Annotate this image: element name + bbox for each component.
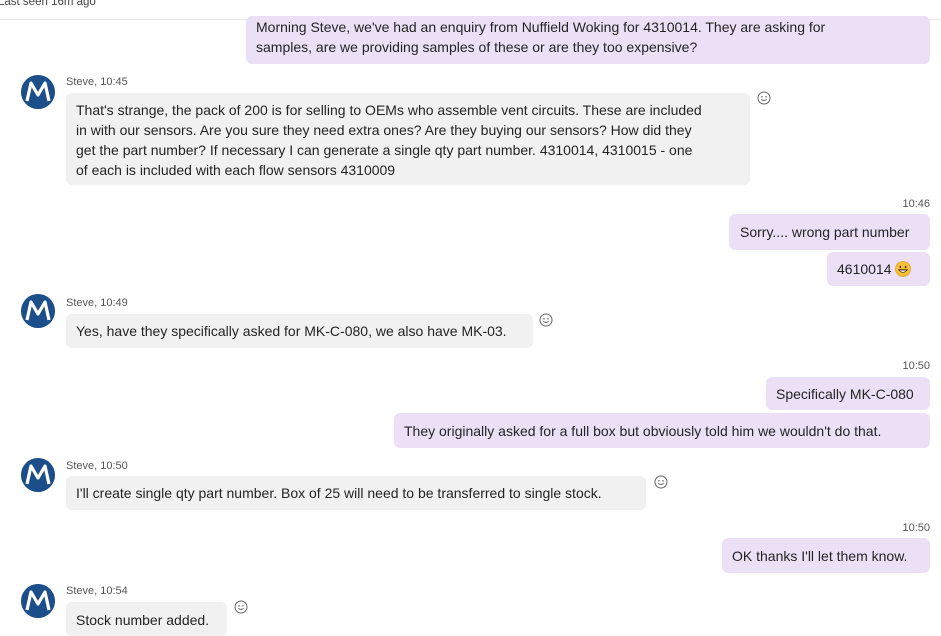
- avatar-logo-icon: [21, 75, 55, 109]
- last-seen-status: Last seen 16m ago: [0, 0, 96, 8]
- avatar[interactable]: [21, 75, 55, 109]
- avatar-logo-icon: [21, 458, 55, 492]
- message-text: Specifically MK-C-080: [776, 386, 914, 402]
- my-message-bubble[interactable]: Sorry.... wrong part number: [729, 214, 930, 250]
- avatar[interactable]: [21, 458, 55, 492]
- message-text-line: Morning Steve, we've had an enquiry from…: [256, 19, 826, 35]
- message-text: OK thanks I'll let them know.: [732, 548, 908, 564]
- my-message-bubble[interactable]: 4610014: [827, 252, 930, 286]
- my-message-bubble[interactable]: OK thanks I'll let them know.: [722, 538, 930, 573]
- message-sender-time: Steve, 10:54: [66, 585, 128, 597]
- avatar[interactable]: [21, 294, 55, 328]
- their-message-bubble[interactable]: That's strange, the pack of 200 is for s…: [66, 93, 750, 185]
- message-text: They originally asked for a full box but…: [404, 423, 882, 439]
- message-text-line: in with our sensors. Are you sure they n…: [76, 122, 692, 138]
- smiley-reaction-icon[interactable]: [234, 600, 250, 616]
- message-sender-time: Steve, 10:50: [66, 460, 128, 472]
- their-message-bubble[interactable]: Yes, have they specifically asked for MK…: [66, 314, 533, 348]
- smiley-reaction-icon[interactable]: [654, 475, 670, 491]
- grinning-face-emoji-icon: [894, 261, 911, 277]
- my-message-bubble[interactable]: They originally asked for a full box but…: [394, 413, 930, 448]
- message-sender-time: Steve, 10:45: [66, 76, 128, 88]
- avatar-logo-icon: [21, 294, 55, 328]
- message-text-line: samples, are we providing samples of the…: [256, 39, 698, 55]
- their-message-bubble[interactable]: I'll create single qty part number. Box …: [66, 476, 646, 510]
- message-text: Stock number added.: [76, 612, 210, 628]
- avatar-logo-icon: [21, 584, 55, 618]
- message-time: 10:50: [902, 360, 930, 372]
- their-message-bubble[interactable]: Stock number added.: [66, 602, 227, 636]
- smiley-reaction-icon[interactable]: [757, 91, 773, 107]
- message-time: 10:50: [902, 522, 930, 534]
- message-text-line: That's strange, the pack of 200 is for s…: [76, 102, 702, 118]
- message-sender-time: Steve, 10:49: [66, 297, 128, 309]
- message-text: Yes, have they specifically asked for MK…: [76, 323, 507, 339]
- my-message-bubble[interactable]: Specifically MK-C-080: [766, 377, 930, 410]
- message-text: I'll create single qty part number. Box …: [76, 485, 602, 501]
- avatar[interactable]: [21, 584, 55, 618]
- my-message-bubble[interactable]: Morning Steve, we've had an enquiry from…: [246, 16, 930, 64]
- message-text-line: get the part number? If necessary I can …: [76, 142, 693, 158]
- message-text: 4610014: [837, 261, 892, 277]
- smiley-reaction-icon[interactable]: [539, 313, 555, 329]
- message-time: 10:46: [902, 198, 930, 210]
- message-text-line: of each is included with each flow senso…: [76, 162, 396, 178]
- message-text: Sorry.... wrong part number: [740, 224, 910, 240]
